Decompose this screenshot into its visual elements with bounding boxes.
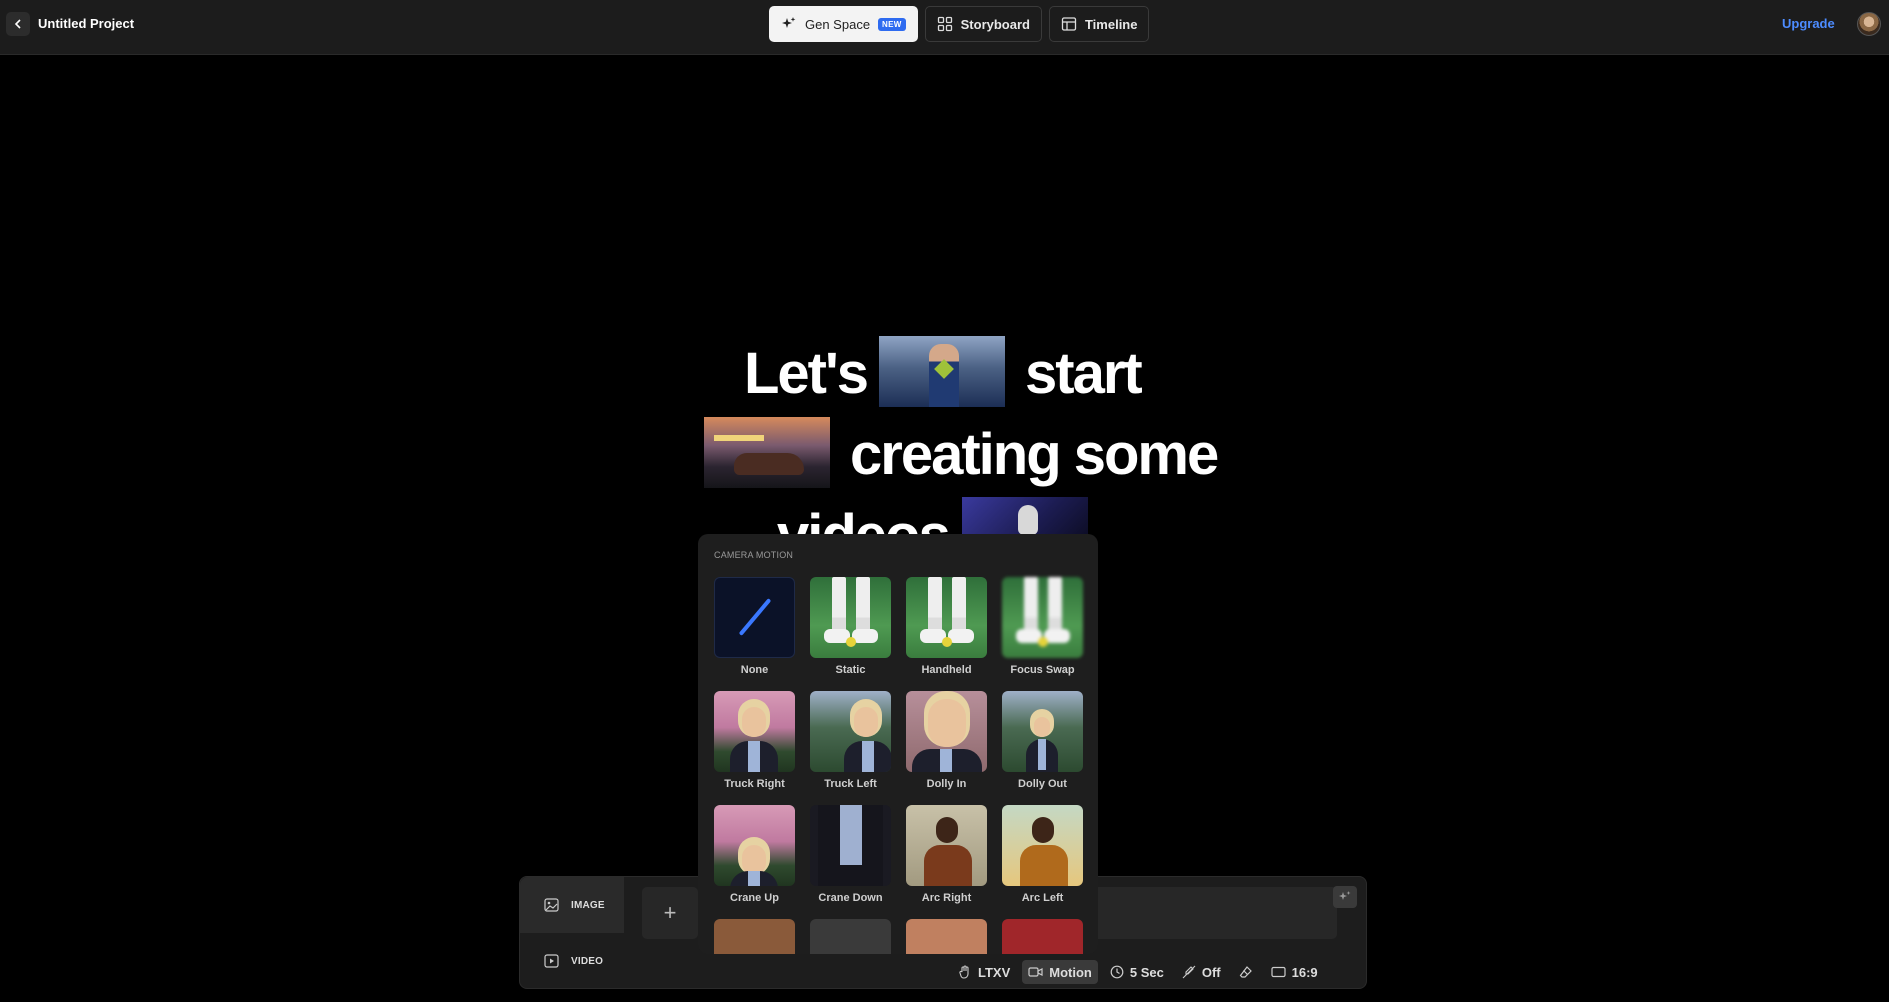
motion-option[interactable] (714, 919, 795, 954)
motion-thumbnail (1002, 691, 1083, 772)
motion-option-static[interactable]: Static (810, 577, 891, 676)
enhance-prompt-button[interactable] (1333, 886, 1357, 908)
mode-label: VIDEO (571, 955, 604, 967)
audio-label: Off (1201, 964, 1221, 980)
motion-thumbnail (1002, 919, 1083, 954)
motion-option-dolly-out[interactable]: Dolly Out (1002, 691, 1083, 790)
new-badge: NEW (878, 17, 906, 31)
motion-option-truck-right[interactable]: Truck Right (714, 691, 795, 790)
motion-option-label: Arc Left (1021, 892, 1064, 904)
duration-selector[interactable]: 5 Sec (1104, 960, 1170, 984)
motion-option-crane-up[interactable]: Crane Up (714, 805, 795, 904)
duration-label: 5 Sec (1129, 964, 1164, 980)
motion-option-label: Crane Down (818, 892, 883, 904)
motion-option-label: Focus Swap (1010, 664, 1075, 676)
audio-toggle[interactable]: Off (1176, 960, 1227, 984)
motion-option[interactable] (1002, 919, 1083, 954)
hero-word-lets: Let's (744, 341, 869, 406)
grid-icon (937, 16, 952, 32)
motion-option-focus-swap[interactable]: Focus Swap (1002, 577, 1083, 676)
tab-storyboard[interactable]: Storyboard (924, 6, 1042, 42)
motion-option-crane-down[interactable]: Crane Down (810, 805, 891, 904)
motion-thumbnail (714, 919, 795, 954)
project-title[interactable]: Untitled Project (38, 16, 134, 31)
motion-option-none[interactable]: None (714, 577, 795, 676)
motion-thumbnail (906, 919, 987, 954)
motion-option[interactable] (906, 919, 987, 954)
hero-thumbnail-car (704, 417, 830, 488)
hero-thumbnail-flight-attendant (879, 336, 1005, 407)
model-label: LTXV (978, 964, 1011, 980)
mode-image[interactable]: IMAGE (520, 877, 624, 933)
motion-thumbnail (906, 691, 987, 772)
hero-line-creating: creating some (850, 422, 1219, 487)
motion-option-label: None (740, 664, 769, 676)
motion-option-label: Truck Right (724, 778, 785, 790)
motion-option-handheld[interactable]: Handheld (906, 577, 987, 676)
motion-option-label: Truck Left (824, 778, 877, 790)
aspect-ratio-icon (1271, 966, 1286, 978)
tab-label: Storyboard (960, 16, 1030, 32)
motion-option-arc-left[interactable]: Arc Left (1002, 805, 1083, 904)
eraser-button[interactable] (1233, 960, 1259, 984)
camera-motion-popup: CAMERA MOTION None Static Handheld Focus… (698, 534, 1098, 954)
motion-thumbnail (810, 805, 891, 886)
motion-option-label: Dolly Out (1018, 778, 1067, 790)
tab-timeline[interactable]: Timeline (1048, 6, 1150, 42)
hand-icon (959, 965, 969, 979)
mode-selector: IMAGE VIDEO (520, 877, 624, 990)
view-tabs: Gen Space NEW Storyboard Timeline (769, 6, 1150, 42)
motion-option-label: Handheld (921, 664, 972, 676)
mode-video[interactable]: VIDEO (520, 933, 624, 989)
generation-options: LTXV Motion 5 Sec Off 16:9 (946, 960, 1324, 984)
tab-label: Gen Space (805, 16, 871, 32)
motion-thumbnail (810, 577, 891, 658)
hero-thumbnail-owl (962, 497, 1088, 537)
motion-option-label: Crane Up (730, 892, 779, 904)
avatar[interactable] (1857, 12, 1881, 36)
motion-thumbnail (1002, 805, 1083, 886)
motion-thumbnail (714, 691, 795, 772)
image-icon (544, 898, 559, 912)
motion-thumbnail (1002, 577, 1083, 658)
motion-option-label: Dolly In (926, 778, 967, 790)
motion-option-truck-left[interactable]: Truck Left (810, 691, 891, 790)
top-bar: Untitled Project Gen Space NEW Storyboar… (0, 0, 1889, 55)
sparkle-icon (782, 17, 796, 28)
motion-thumbnail (714, 577, 795, 658)
clock-icon (1110, 965, 1124, 979)
hero-word-start: start (1025, 341, 1143, 406)
aspect-label: 16:9 (1291, 964, 1318, 980)
sparkle-icon (1339, 891, 1351, 900)
motion-thumbnail (906, 805, 987, 886)
motion-option[interactable] (810, 919, 891, 954)
motion-label: Motion (1049, 964, 1092, 980)
table-icon (1061, 17, 1077, 31)
back-button[interactable] (6, 12, 30, 36)
upgrade-link[interactable]: Upgrade (1782, 16, 1835, 31)
motion-thumbnail (714, 805, 795, 886)
video-icon (544, 954, 559, 968)
motion-selector[interactable]: Motion (1022, 960, 1098, 984)
tab-label: Timeline (1084, 16, 1138, 32)
motion-thumbnail (810, 919, 891, 954)
tab-gen-space[interactable]: Gen Space NEW (769, 6, 918, 42)
aspect-ratio-selector[interactable]: 16:9 (1265, 960, 1324, 984)
motion-option-arc-right[interactable]: Arc Right (906, 805, 987, 904)
motion-option-dolly-in[interactable]: Dolly In (906, 691, 987, 790)
motion-option-label: Static (835, 664, 866, 676)
motion-thumbnail (810, 691, 891, 772)
motion-option-label: Arc Right (921, 892, 972, 904)
mode-label: IMAGE (571, 899, 605, 911)
motion-thumbnail (906, 577, 987, 658)
camera-icon (1028, 967, 1043, 977)
add-media-button[interactable]: + (642, 887, 698, 939)
popup-title: CAMERA MOTION (714, 550, 794, 560)
eraser-icon (1239, 966, 1252, 978)
mic-off-icon (1182, 965, 1196, 979)
model-selector[interactable]: LTXV (952, 960, 1016, 984)
chevron-left-icon (14, 19, 21, 29)
